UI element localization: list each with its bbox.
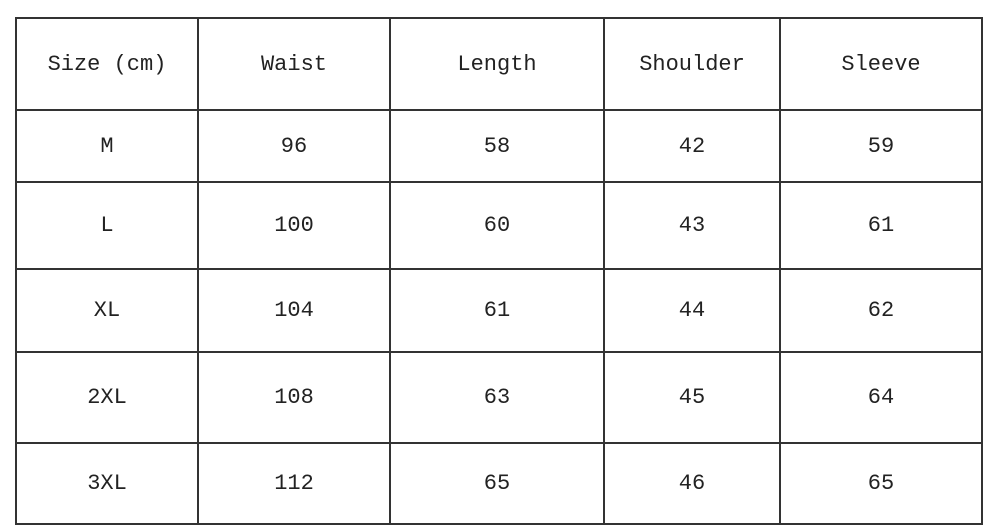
- column-header: Sleeve: [779, 17, 983, 111]
- column-header: Length: [389, 17, 605, 111]
- table-row: M 96 58 42 59: [15, 109, 983, 183]
- column-header: Waist: [197, 17, 391, 111]
- table-cell: 62: [779, 268, 983, 353]
- table-cell: 42: [603, 109, 781, 183]
- column-header: Shoulder: [603, 17, 781, 111]
- table-row: L 100 60 43 61: [15, 181, 983, 270]
- table-cell: 45: [603, 351, 781, 444]
- table-row: 3XL 112 65 46 65: [15, 442, 983, 525]
- table-cell: 112: [197, 442, 391, 525]
- table-cell: M: [15, 109, 199, 183]
- table-cell: 59: [779, 109, 983, 183]
- table-cell: L: [15, 181, 199, 270]
- table-cell: 46: [603, 442, 781, 525]
- size-chart-table: Size (cm) Waist Length Shoulder Sleeve M 96 58 4…: [15, 17, 983, 525]
- table-cell: 44: [603, 268, 781, 353]
- header-row: Size (cm) Waist Length Shoulder Sleeve: [15, 17, 983, 111]
- table-cell: 65: [389, 442, 605, 525]
- table-cell: 100: [197, 181, 391, 270]
- table-cell: 108: [197, 351, 391, 444]
- table-cell: 3XL: [15, 442, 199, 525]
- table-cell: 64: [779, 351, 983, 444]
- table-cell: 96: [197, 109, 391, 183]
- table-cell: 58: [389, 109, 605, 183]
- table-cell: 61: [389, 268, 605, 353]
- table-cell: 104: [197, 268, 391, 353]
- table-cell: 60: [389, 181, 605, 270]
- table-cell: 63: [389, 351, 605, 444]
- table-row: 2XL 108 63 45 64: [15, 351, 983, 444]
- table-cell: 65: [779, 442, 983, 525]
- table-cell: 61: [779, 181, 983, 270]
- table-cell: 2XL: [15, 351, 199, 444]
- table-cell: 43: [603, 181, 781, 270]
- column-header: Size (cm): [15, 17, 199, 111]
- table-cell: XL: [15, 268, 199, 353]
- table-row: XL 104 61 44 62: [15, 268, 983, 353]
